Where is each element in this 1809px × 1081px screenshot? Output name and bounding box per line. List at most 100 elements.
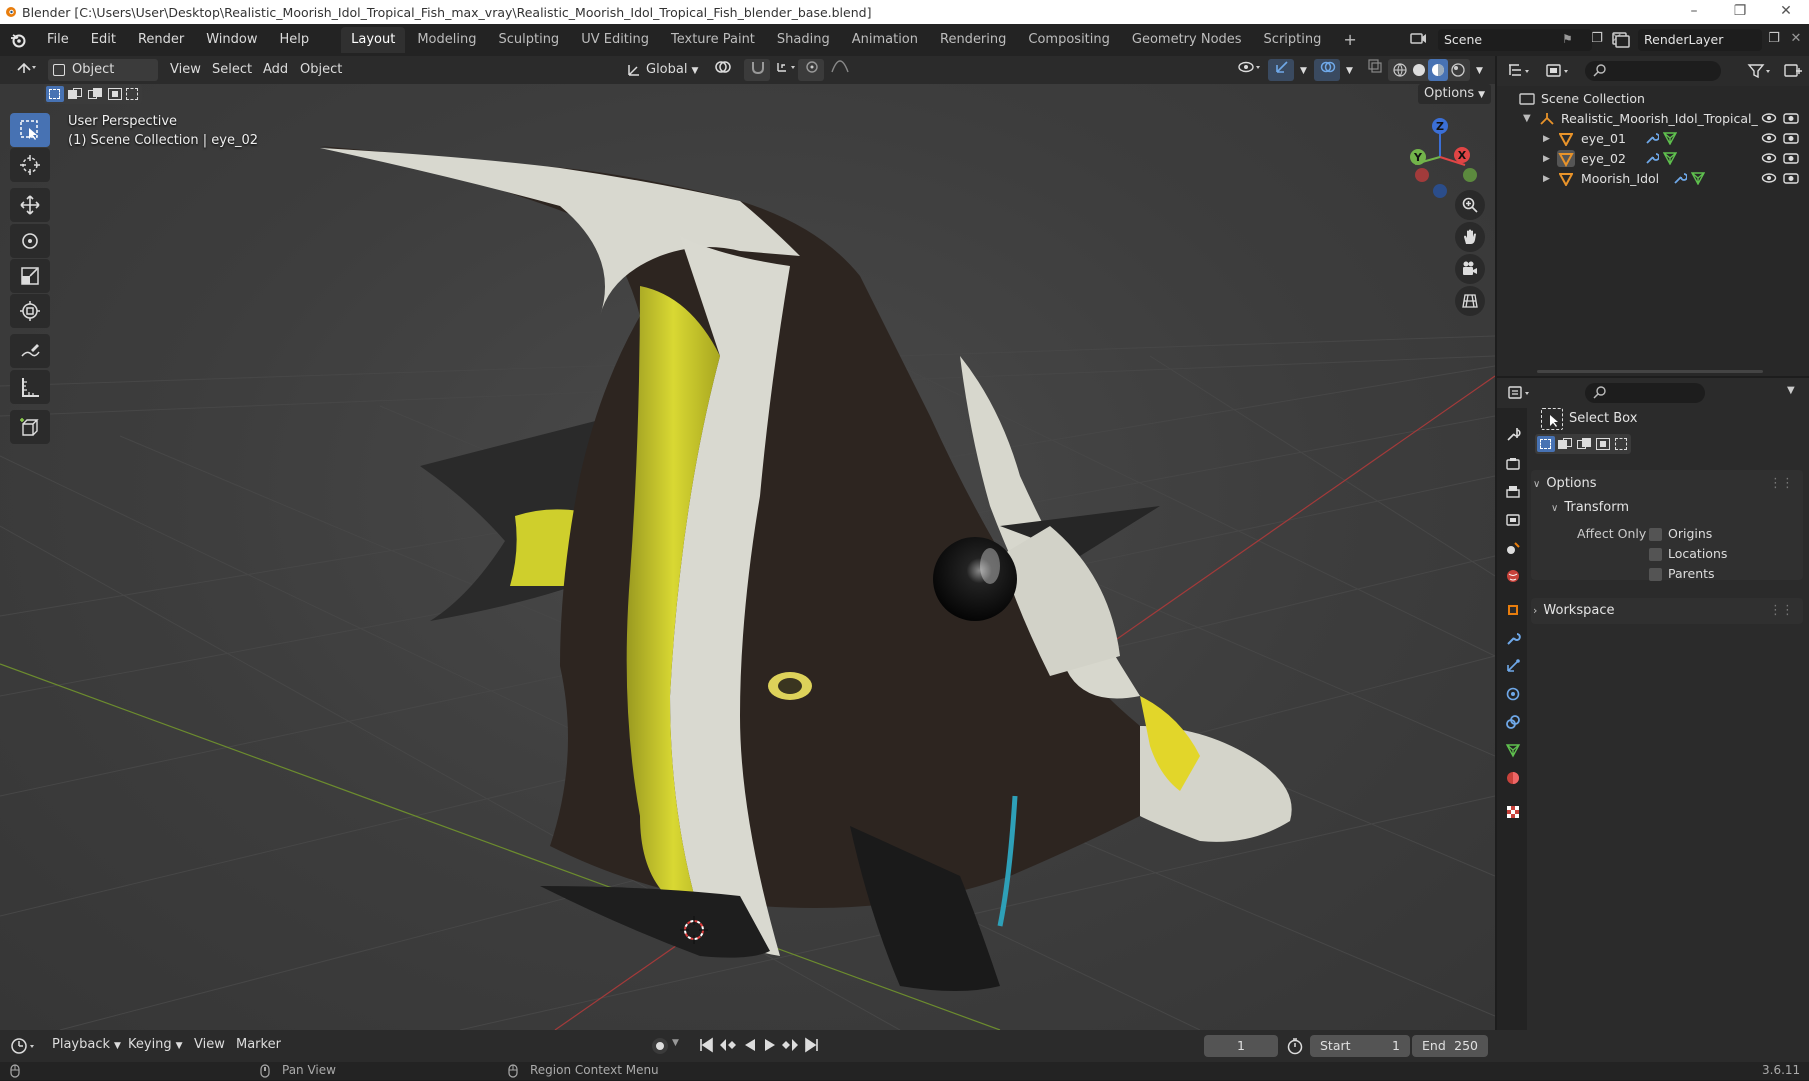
visibility-eye-icon[interactable] xyxy=(1761,131,1777,151)
outliner-editor-type-icon[interactable] xyxy=(1507,62,1533,84)
new-view-layer-icon[interactable]: ❐ xyxy=(1764,28,1784,50)
preview-range-stopwatch-icon[interactable] xyxy=(1286,1037,1304,1059)
editor-type-icon[interactable] xyxy=(10,59,44,81)
select-box-tool[interactable] xyxy=(10,113,50,147)
menu-add[interactable]: Add xyxy=(257,59,294,81)
tab-uv-editing[interactable]: UV Editing xyxy=(571,27,659,53)
tab-shading[interactable]: Shading xyxy=(767,27,840,53)
outliner-collection-row[interactable]: ▼ Realistic_Moorish_Idol_Tropical_ xyxy=(1497,109,1809,129)
proportional-edit-icon[interactable] xyxy=(798,59,824,81)
drag-handle-icon[interactable]: ⋮⋮ xyxy=(1769,472,1794,496)
jump-to-keyframe-back-icon[interactable] xyxy=(718,1036,738,1058)
new-scene-icon[interactable]: ❐ xyxy=(1586,28,1608,50)
properties-search-input[interactable] xyxy=(1585,383,1705,403)
menu-playback[interactable]: Playback ▼ xyxy=(52,1037,121,1052)
select-subtract-icon[interactable] xyxy=(86,86,104,102)
annotate-tool[interactable] xyxy=(10,334,50,368)
menu-file[interactable]: File xyxy=(36,24,80,56)
jump-to-keyframe-forward-icon[interactable] xyxy=(780,1036,800,1058)
play-reverse-icon[interactable] xyxy=(742,1036,758,1058)
blender-menu-icon[interactable] xyxy=(0,32,36,48)
view-layer-tab-icon[interactable] xyxy=(1501,508,1525,532)
particles-tab-icon[interactable] xyxy=(1501,654,1525,678)
navigation-gizmo[interactable]: Z X Y xyxy=(1395,112,1485,202)
filter-icon[interactable] xyxy=(1747,62,1775,84)
outliner-object-row[interactable]: ▶ eye_01 xyxy=(1497,129,1809,149)
play-icon[interactable] xyxy=(762,1036,778,1058)
mesh-data-icon[interactable] xyxy=(1662,131,1678,151)
tab-geometry-nodes[interactable]: Geometry Nodes xyxy=(1122,27,1252,53)
modifier-wrench-icon[interactable] xyxy=(1645,131,1660,151)
modifier-wrench-icon[interactable] xyxy=(1673,171,1688,191)
options-dropdown[interactable]: Options ▼ xyxy=(1418,84,1492,104)
end-frame-field[interactable]: End 250 xyxy=(1412,1035,1488,1057)
rotate-tool[interactable] xyxy=(10,224,50,258)
object-tab-icon[interactable] xyxy=(1501,598,1525,622)
menu-help[interactable]: Help xyxy=(269,24,321,56)
physics-tab-icon[interactable] xyxy=(1501,682,1525,706)
select-intersect-icon[interactable] xyxy=(1613,436,1629,452)
timeline-editor-type-icon[interactable] xyxy=(10,1036,38,1060)
scene-icon[interactable] xyxy=(1408,28,1432,50)
select-subtract-icon[interactable] xyxy=(1575,436,1593,452)
transform-tool[interactable] xyxy=(10,294,50,328)
select-new-icon[interactable] xyxy=(46,86,64,102)
falloff-icon[interactable] xyxy=(824,59,854,81)
shading-dropdown-icon[interactable]: ▼ xyxy=(1470,59,1490,81)
pin-icon[interactable]: ⚑ xyxy=(1562,32,1573,46)
transform-subpanel-header[interactable]: ∨ Transform xyxy=(1551,496,1791,520)
material-preview-shading-icon[interactable] xyxy=(1428,59,1448,81)
tab-compositing[interactable]: Compositing xyxy=(1018,27,1120,53)
modifier-tab-icon[interactable] xyxy=(1501,626,1525,650)
rendered-shading-icon[interactable] xyxy=(1450,62,1466,86)
select-new-icon[interactable] xyxy=(1537,436,1555,452)
pan-hand-icon[interactable] xyxy=(1455,222,1485,252)
drag-handle-icon[interactable]: ⋮⋮ xyxy=(1769,599,1794,623)
mesh-data-icon[interactable] xyxy=(1690,171,1706,191)
outliner-search-input[interactable] xyxy=(1585,61,1721,81)
tool-settings-tab-icon[interactable] xyxy=(1501,422,1525,446)
start-frame-field[interactable]: Start 1 xyxy=(1310,1035,1410,1057)
render-camera-icon[interactable] xyxy=(1783,151,1799,171)
snap-toggle-icon[interactable] xyxy=(744,59,770,81)
tab-modeling[interactable]: Modeling xyxy=(407,27,486,53)
wireframe-shading-icon[interactable] xyxy=(1392,62,1408,86)
transform-orientation-dropdown[interactable]: Global ▼ xyxy=(620,59,704,81)
menu-window[interactable]: Window xyxy=(195,24,268,56)
workspace-panel-header[interactable]: › Workspace ⋮⋮ xyxy=(1533,599,1797,623)
data-tab-icon[interactable] xyxy=(1501,738,1525,762)
render-camera-icon[interactable] xyxy=(1783,131,1799,151)
auto-key-dropdown-icon[interactable]: ▼ xyxy=(672,1038,679,1048)
tab-texture-paint[interactable]: Texture Paint xyxy=(661,27,765,53)
mesh-data-icon[interactable] xyxy=(1662,151,1678,171)
view-layer-icon[interactable] xyxy=(1610,28,1634,50)
visibility-eye-icon[interactable] xyxy=(1761,111,1777,131)
outliner-object-row-active[interactable]: ▶ eye_02 xyxy=(1497,149,1809,169)
constraints-tab-icon[interactable] xyxy=(1501,710,1525,734)
expand-arrow-icon[interactable]: ▶ xyxy=(1543,169,1550,189)
camera-view-icon[interactable] xyxy=(1455,254,1485,284)
menu-marker[interactable]: Marker xyxy=(236,1037,281,1052)
visibility-icon[interactable] xyxy=(1232,59,1268,81)
minimize-icon[interactable]: – xyxy=(1671,0,1717,24)
scale-tool[interactable] xyxy=(10,259,50,293)
tab-rendering[interactable]: Rendering xyxy=(930,27,1016,53)
expand-arrow-icon[interactable]: ▶ xyxy=(1543,129,1550,149)
origins-checkbox[interactable]: Origins xyxy=(1649,526,1712,541)
menu-render[interactable]: Render xyxy=(127,24,195,56)
measure-tool[interactable] xyxy=(10,370,50,404)
outliner-object-row[interactable]: ▶ Moorish_Idol xyxy=(1497,169,1809,189)
texture-tab-icon[interactable] xyxy=(1501,800,1525,824)
render-camera-icon[interactable] xyxy=(1783,111,1799,131)
current-frame-field[interactable]: 1 xyxy=(1204,1035,1278,1057)
overlays-toggle-icon[interactable] xyxy=(1314,59,1340,81)
new-collection-icon[interactable] xyxy=(1783,62,1803,84)
menu-view[interactable]: View xyxy=(164,59,207,81)
overlays-dropdown-icon[interactable]: ▼ xyxy=(1340,59,1358,81)
move-tool[interactable] xyxy=(10,188,50,222)
remove-view-layer-icon[interactable]: ✕ xyxy=(1786,28,1806,50)
properties-editor-type-icon[interactable] xyxy=(1507,384,1535,406)
menu-object[interactable]: Object xyxy=(294,59,348,81)
solid-shading-icon[interactable] xyxy=(1411,62,1427,86)
render-tab-icon[interactable] xyxy=(1501,452,1525,476)
